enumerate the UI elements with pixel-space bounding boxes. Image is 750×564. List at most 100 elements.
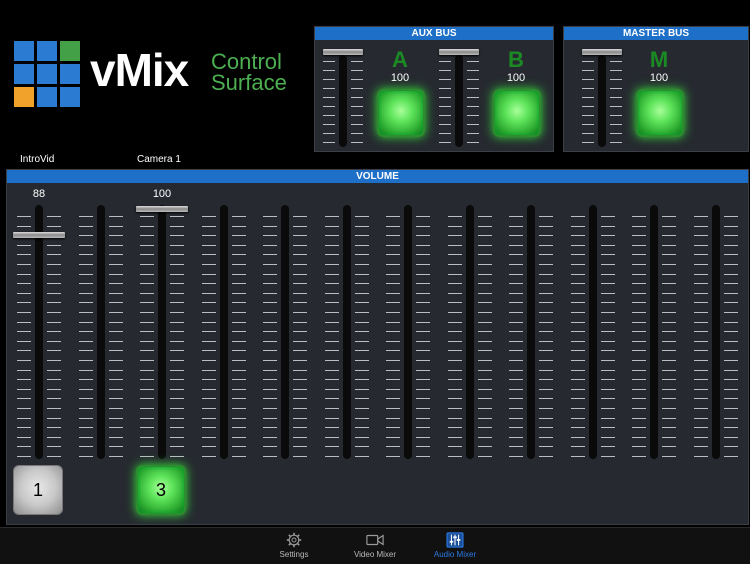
aux-b-fader-track[interactable] [455, 55, 463, 147]
tick-mark [324, 302, 339, 304]
tick-mark [439, 133, 451, 134]
tick-mark [539, 379, 553, 381]
tick-mark [140, 264, 154, 265]
channel-fader-track[interactable] [35, 205, 43, 459]
tick-mark [477, 360, 492, 361]
tick-mark [447, 273, 462, 275]
master-m-fader-track[interactable] [598, 55, 606, 147]
tick-mark [582, 124, 594, 125]
tick-mark [632, 379, 646, 381]
channel-fader-track[interactable] [96, 205, 105, 459]
master-m-select-button[interactable] [636, 89, 684, 137]
channel-fader-track[interactable] [527, 205, 535, 459]
tick-mark [447, 417, 462, 419]
tick-mark [351, 61, 363, 62]
tab-audio-mixer[interactable]: Audio Mixer [420, 532, 490, 559]
tick-mark [201, 408, 216, 409]
tick-mark [632, 216, 646, 217]
tick-mark [467, 88, 479, 89]
channel-fader-track[interactable] [219, 205, 228, 459]
aux-a-select-button[interactable] [377, 89, 425, 137]
channel-fader-track[interactable] [342, 205, 351, 459]
tick-mark [416, 340, 430, 342]
channel-1-button[interactable]: 1 [13, 465, 63, 515]
channel-fader-track[interactable] [404, 205, 412, 459]
tick-mark [140, 369, 154, 371]
tick-mark [539, 283, 553, 285]
tick-mark [263, 379, 277, 381]
tick-mark [324, 283, 339, 285]
master-m-fader-handle[interactable] [582, 49, 622, 55]
aux-a-fader-track[interactable] [339, 55, 347, 147]
channel-fader-handle[interactable] [136, 206, 188, 212]
tick-mark [231, 446, 246, 448]
channel-fader-track[interactable] [158, 205, 166, 459]
tick-mark [416, 436, 430, 438]
tick-mark [539, 398, 553, 400]
aux-b-fader-handle[interactable] [439, 49, 479, 55]
tick-mark [386, 369, 400, 371]
tick-mark [570, 273, 585, 275]
channel-fader-track[interactable] [465, 205, 474, 459]
tick-mark [570, 408, 585, 409]
channel-fader-handle[interactable] [13, 232, 65, 239]
tick-mark [539, 369, 553, 371]
tick-mark [201, 446, 216, 448]
tick-mark [140, 436, 154, 438]
tick-mark [293, 264, 307, 265]
tick-mark [539, 331, 553, 333]
channel-fader-track[interactable] [711, 205, 720, 459]
tick-mark [509, 283, 523, 285]
channel-fader-track[interactable] [588, 205, 597, 459]
channel-fader-track[interactable] [281, 205, 289, 459]
tick-mark [477, 225, 492, 227]
tick-mark [662, 427, 676, 429]
aux-bus-panel: AUX BUS A 100 B 100 [314, 26, 554, 152]
tick-mark [416, 321, 430, 323]
tick-mark [17, 436, 31, 438]
tick-mark [47, 321, 61, 323]
tick-mark [108, 302, 123, 304]
tab-video-mixer[interactable]: Video Mixer [340, 532, 410, 559]
tick-mark [539, 264, 553, 265]
tick-mark [693, 302, 708, 304]
master-bus-panel: MASTER BUS M 100 [563, 26, 749, 152]
tick-mark [201, 254, 216, 256]
tick-mark [47, 369, 61, 371]
tick-mark [17, 331, 31, 333]
tick-mark [509, 379, 523, 381]
tick-mark [263, 388, 277, 390]
tick-mark [108, 388, 123, 390]
aux-b-select-button[interactable] [493, 89, 541, 137]
tick-mark [386, 216, 400, 217]
tick-mark [632, 273, 646, 275]
tab-settings[interactable]: Settings [259, 532, 329, 559]
tick-mark [582, 88, 594, 89]
tick-mark [539, 302, 553, 304]
tick-mark [108, 244, 123, 246]
channel-3-button[interactable]: 3 [136, 465, 186, 515]
tick-mark [477, 302, 492, 304]
tick-mark [447, 369, 462, 371]
channel-fader-track[interactable] [650, 205, 658, 459]
volume-panel: VOLUME 88 1 100 3 [6, 169, 749, 525]
tick-mark [477, 408, 492, 409]
tick-mark [140, 244, 154, 246]
tick-mark [323, 124, 335, 125]
tick-mark [354, 225, 369, 227]
tick-mark [723, 340, 738, 342]
tick-mark [78, 244, 93, 246]
tick-mark [170, 321, 184, 323]
tick-mark [354, 417, 369, 419]
aux-a-fader-handle[interactable] [323, 49, 363, 55]
tick-mark [47, 273, 61, 275]
tick-mark [662, 321, 676, 323]
tick-mark [570, 302, 585, 304]
tick-mark [78, 283, 93, 285]
tick-mark [108, 398, 123, 400]
tick-mark [632, 369, 646, 371]
tick-mark [539, 446, 553, 448]
tick-mark [17, 312, 31, 313]
tick-mark [324, 340, 339, 342]
tick-mark [539, 216, 553, 217]
